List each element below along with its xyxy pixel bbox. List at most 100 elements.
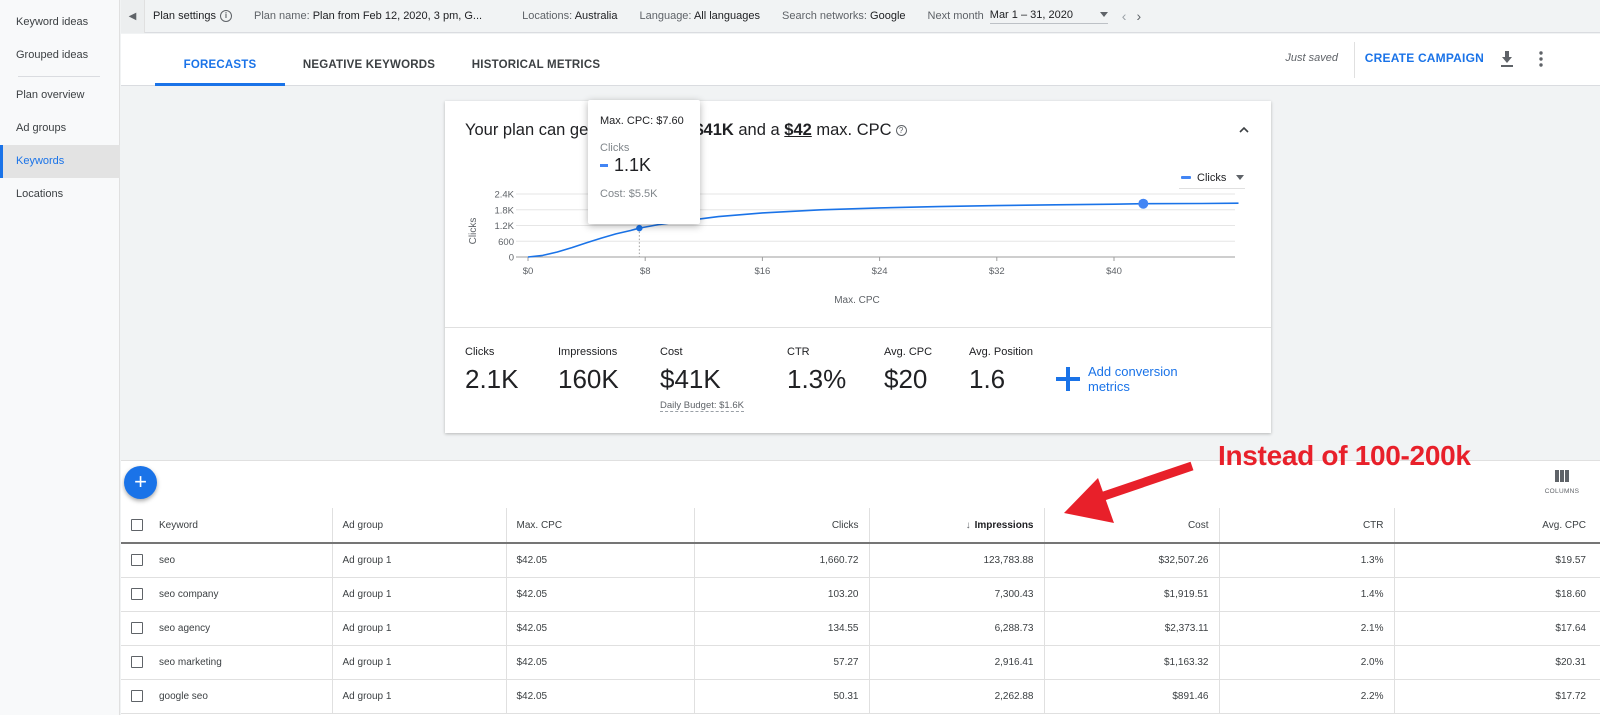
plus-icon (1056, 367, 1080, 391)
tooltip-value: 1.1K (614, 155, 652, 175)
column-header-clicks[interactable]: Clicks (694, 508, 870, 544)
language-setting[interactable]: Language: All languages (639, 10, 760, 22)
x-tick-label: $24 (872, 266, 888, 277)
plan-settings[interactable]: Plan settings i (153, 10, 232, 22)
cell-keyword[interactable]: seo company (121, 577, 333, 612)
column-header-ctr[interactable]: CTR (1219, 508, 1395, 544)
x-tick-label: $40 (1106, 266, 1122, 277)
next-period-icon[interactable]: › (1136, 8, 1141, 24)
column-header-cost[interactable]: Cost (1044, 508, 1220, 544)
x-axis-label: Max. CPC (834, 295, 880, 306)
cell-keyword[interactable]: seo (121, 543, 333, 578)
plan-settings-bar: ◀ Plan settings i Plan name: Plan from F… (121, 0, 1600, 33)
dropdown-arrow-icon (1099, 12, 1108, 17)
metric-value: 160K (558, 364, 619, 394)
keyword-text: seo marketing (159, 656, 222, 668)
download-icon[interactable] (1500, 50, 1514, 68)
y-axis-label: Clicks (468, 218, 479, 245)
columns-button[interactable]: COLUMNS (1544, 470, 1580, 495)
sidebar-item-grouped-ideas[interactable]: Grouped ideas (0, 39, 120, 72)
row-checkbox[interactable] (131, 554, 143, 567)
x-tick-label: $32 (989, 266, 1005, 277)
cell-cost: $32,507.26 (1044, 543, 1220, 578)
cell-keyword[interactable]: seo agency (121, 611, 333, 646)
select-all-checkbox[interactable] (131, 519, 143, 531)
table-row[interactable]: seo Ad group 1 $42.05 1,660.72 123,783.88 $32… (121, 543, 1600, 578)
add-conversion-metrics-button[interactable]: Add conversion metrics (1056, 364, 1198, 394)
tab-negative-keywords[interactable]: NEGATIVE KEYWORDS (299, 34, 439, 86)
metric-value: $20 (884, 364, 928, 394)
cell-clicks: 57.27 (694, 645, 870, 680)
tab-forecasts[interactable]: FORECASTS (155, 34, 285, 86)
keyword-planner-page: Keyword ideas Grouped ideas Plan overvie… (0, 0, 1600, 715)
cell-clicks: 50.31 (694, 679, 870, 714)
add-keyword-button[interactable]: + (124, 466, 157, 499)
selected-max-cpc-point[interactable] (1138, 198, 1149, 209)
column-header-keyword[interactable]: Keyword (121, 508, 333, 544)
metric-value: 1.3% (787, 364, 847, 394)
column-header-impressions[interactable]: ↓ Impressions (869, 508, 1045, 544)
cell-max-cpc: $42.05 (506, 611, 695, 646)
sidebar-item-plan-overview[interactable]: Plan overview (0, 79, 120, 112)
keyword-text: google seo (159, 690, 208, 702)
cell-ctr: 2.2% (1219, 679, 1395, 714)
metric-label: Avg. Position (969, 346, 1034, 358)
sidebar-item-ad-groups[interactable]: Ad groups (0, 112, 120, 145)
plan-name-setting[interactable]: Plan name: Plan from Feb 12, 2020, 3 pm,… (254, 10, 482, 22)
row-checkbox[interactable] (131, 690, 143, 702)
tab-historical-metrics[interactable]: HISTORICAL METRICS (471, 34, 601, 86)
metric-cost: Cost $41K Daily Budget: $1.6K (660, 346, 744, 413)
create-campaign-button[interactable]: CREATE CAMPAIGN (1365, 51, 1484, 65)
row-checkbox[interactable] (131, 622, 143, 634)
more-options-icon[interactable] (1538, 50, 1544, 68)
column-header-avg-cpc[interactable]: Avg. CPC (1394, 508, 1600, 544)
keyword-text: seo company (159, 588, 219, 600)
locations-value: Australia (574, 10, 618, 22)
previous-period-icon[interactable]: ‹ (1122, 8, 1127, 24)
header-label: Keyword (159, 519, 198, 531)
cell-cost: $1,919.51 (1044, 577, 1220, 612)
table-row[interactable]: google seo Ad group 1 $42.05 50.31 2,262.88 $… (121, 679, 1600, 714)
cell-ad-group: Ad group 1 (332, 577, 507, 612)
daily-budget[interactable]: Daily Budget: $1.6K (660, 400, 744, 412)
info-icon[interactable]: i (219, 10, 232, 22)
header-divider (1354, 42, 1355, 78)
cell-avg-cpc: $18.60 (1394, 577, 1600, 612)
cell-ctr: 1.4% (1219, 577, 1395, 612)
metric-label: Clicks (465, 346, 495, 358)
date-range-select[interactable]: Mar 1 – 31, 2020 (989, 9, 1108, 24)
cell-clicks: 103.20 (694, 577, 870, 612)
row-checkbox[interactable] (131, 656, 143, 668)
metric-avg-position: Avg. Position 1.6 (969, 346, 1033, 395)
cell-avg-cpc: $17.64 (1394, 611, 1600, 646)
metric-label: CTR (787, 346, 810, 358)
add-conversion-label: Add conversion metrics (1088, 364, 1178, 394)
cell-keyword[interactable]: seo marketing (121, 645, 333, 680)
columns-icon (1555, 470, 1569, 482)
cell-cost: $891.46 (1044, 679, 1220, 714)
sidebar-item-locations[interactable]: Locations (0, 178, 120, 211)
cell-ctr: 2.1% (1219, 611, 1395, 646)
search-networks-setting[interactable]: Search networks: Google (782, 10, 906, 22)
keyword-text: seo (159, 554, 176, 566)
clicks-vs-max-cpc-chart[interactable]: 0 600 1.2K 1.8K 2.4K $0 $8 $16 $24 $32 $40 Clicks… (445, 101, 1271, 327)
locations-setting[interactable]: Locations: Australia (522, 10, 617, 22)
keywords-table: Keyword Ad group Max. CPC Clicks ↓ Impres… (121, 508, 1600, 714)
collapse-sidebar-button[interactable]: ◀ (121, 0, 145, 33)
forecast-period: Next month Mar 1 – 31, 2020 (928, 9, 1108, 24)
cell-keyword[interactable]: google seo (121, 679, 333, 714)
table-row[interactable]: seo company Ad group 1 $42.05 103.20 7,300.4… (121, 577, 1600, 612)
x-tick-label: $8 (640, 266, 651, 277)
metric-clicks: Clicks 2.1K (465, 346, 519, 395)
table-row[interactable]: seo agency Ad group 1 $42.05 134.55 6,288.73… (121, 611, 1600, 646)
tooltip-series: Clicks (600, 142, 630, 154)
cell-impressions: 7,300.43 (869, 577, 1045, 612)
hover-point[interactable] (636, 224, 643, 232)
row-checkbox[interactable] (131, 588, 143, 600)
column-header-ad-group[interactable]: Ad group (332, 508, 507, 544)
sidebar-item-keyword-ideas[interactable]: Keyword ideas (0, 6, 120, 39)
metric-avg-cpc: Avg. CPC $20 (884, 346, 932, 395)
column-header-max-cpc[interactable]: Max. CPC (506, 508, 695, 544)
sidebar-item-keywords[interactable]: Keywords (0, 145, 120, 178)
table-row[interactable]: seo marketing Ad group 1 $42.05 57.27 2,916.… (121, 645, 1600, 680)
